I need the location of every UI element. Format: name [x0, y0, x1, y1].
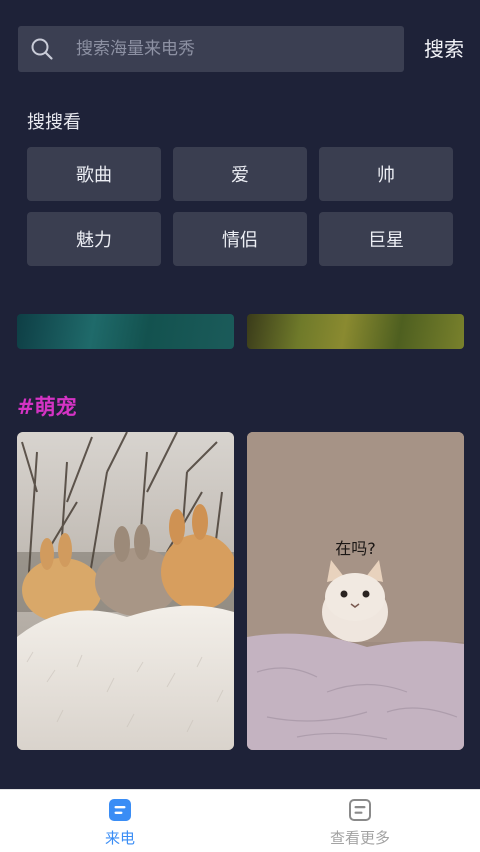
tag-button[interactable]: 魅力	[27, 212, 161, 266]
tag-button[interactable]: 爱	[173, 147, 307, 201]
video-thumbnail-strip[interactable]	[17, 314, 234, 349]
tag-button[interactable]: 帅	[319, 147, 453, 201]
tag-button[interactable]: 情侣	[173, 212, 307, 266]
tab-label: 来电	[104, 829, 135, 847]
call-show-icon	[109, 799, 131, 821]
status-bar	[0, 0, 480, 14]
tab-call-show[interactable]: 来电	[0, 790, 240, 852]
video-card-rabbits[interactable]	[17, 432, 234, 750]
search-box[interactable]	[18, 26, 404, 72]
search-row: 搜索	[18, 26, 464, 72]
cat-caption: 在吗?	[335, 539, 376, 558]
more-list-icon	[349, 799, 371, 821]
tab-label: 查看更多	[329, 829, 390, 847]
tab-bar: 来电 查看更多	[0, 789, 480, 852]
tag-button[interactable]: 巨星	[319, 212, 453, 266]
discover-tags: 歌曲 爱 帅 魅力 情侣 巨星	[27, 147, 454, 266]
cat-image	[247, 432, 464, 750]
video-card-cat[interactable]: 在吗?	[247, 432, 464, 750]
search-button[interactable]: 搜索	[424, 26, 464, 72]
discover-title: 搜搜看	[27, 112, 81, 133]
tab-more[interactable]: 查看更多	[240, 790, 480, 852]
search-icon	[31, 38, 53, 60]
tag-button[interactable]: 歌曲	[27, 147, 161, 201]
search-input[interactable]	[76, 26, 386, 72]
category-title: #萌宠	[17, 395, 77, 419]
rabbits-image	[17, 432, 234, 750]
video-thumbnail-strip[interactable]	[247, 314, 464, 349]
